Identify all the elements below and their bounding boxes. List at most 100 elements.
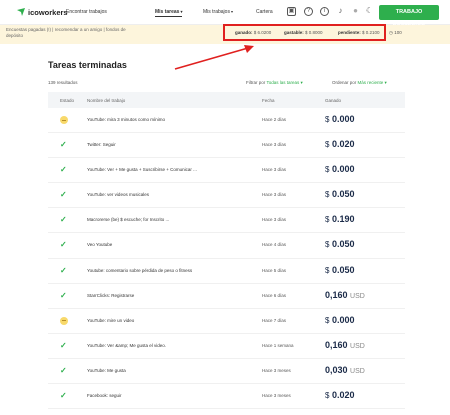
order-control[interactable]: Ordenar por Más reciente ▾ <box>332 80 387 86</box>
task-name[interactable]: Twitter: Seguir <box>87 142 227 147</box>
amount-value: 0.000 <box>331 114 355 124</box>
filter-value[interactable]: Todas las tareas <box>266 80 299 85</box>
task-name[interactable]: Veo Youtube <box>87 242 227 247</box>
tasks-table: Estado Nombre del trabajo Fecha Ganado Y… <box>48 92 405 410</box>
column-header-date: Fecha <box>262 98 275 103</box>
nav-my-jobs-label: Mis trabajos <box>203 9 230 15</box>
bell-icon[interactable]: ♪ <box>336 7 345 16</box>
task-name[interactable]: StarrClicks: Registrarse <box>87 293 227 298</box>
task-date: Hace 3 días <box>262 192 287 198</box>
table-row[interactable]: ✓ StarrClicks: Registrarse Hace 6 días 0,1… <box>48 284 405 309</box>
amount-value: 0,160 <box>325 289 348 300</box>
task-name[interactable]: YouTube: mire un video <box>87 318 227 323</box>
currency-label: USD <box>350 292 365 300</box>
table-row[interactable]: ✓ YouTube: Ver + Me gusta + Suscribirse +… <box>48 158 405 184</box>
nav-find-jobs[interactable]: Encontrar trabajos <box>66 9 107 15</box>
points-value: 100 <box>394 30 402 35</box>
table-row[interactable]: ✓ YouTube: Ver &amp; Me gusta el video. Ha… <box>48 334 405 359</box>
task-date: Hace 4 días <box>262 242 287 248</box>
avatar[interactable]: ● <box>351 7 360 16</box>
dollar-sign: $ <box>325 240 330 250</box>
post-job-button[interactable]: TRABAJO POSTERIOR <box>379 5 439 30</box>
task-date: Hace 3 días <box>262 142 287 148</box>
table-row[interactable]: ✓ Veo Youtube Hace 4 días $ 0.050 <box>48 233 405 259</box>
task-name[interactable]: YouTube: Me gusta <box>87 368 227 373</box>
task-date: Hace 5 días <box>262 267 287 273</box>
chevron-down-icon: ▾ <box>299 80 303 85</box>
order-value[interactable]: Más reciente <box>358 80 384 85</box>
column-header-earned: Ganado <box>325 98 342 103</box>
task-name[interactable]: YouTube: Ver &amp; Me gusta el video. <box>87 343 227 348</box>
task-date: Hace 2 días <box>262 117 287 122</box>
clock-icon: ◷ <box>389 30 393 35</box>
points-balance: ◷ 100 <box>389 30 402 36</box>
info-icon[interactable]: i <box>320 7 329 16</box>
checkmark-icon: ✓ <box>60 165 67 175</box>
task-earned: 0,160 USD <box>325 290 365 300</box>
dollar-sign: $ <box>325 165 330 175</box>
task-earned: $ 0.000 <box>325 315 355 325</box>
filter-label: Filtrar por <box>246 80 266 85</box>
table-row[interactable]: ✓ Macrorerse (be) $ escuche; for Inscrito… <box>48 208 405 234</box>
currency-label: USD <box>350 342 365 350</box>
moon-icon[interactable]: ☾ <box>365 7 374 16</box>
dollar-sign: $ <box>325 391 330 401</box>
task-name[interactable]: Facebook: seguir <box>87 393 227 398</box>
task-name[interactable]: YouTube: Ver + Me gusta + Suscribirse + … <box>87 167 227 172</box>
gift-icon[interactable]: ▣ <box>287 7 296 16</box>
dollar-sign: $ <box>325 215 330 225</box>
table-row[interactable]: ✓ Twitter: Seguir Hace 3 días $ 0.020 <box>48 133 405 159</box>
logo-icon <box>17 8 25 16</box>
table-row[interactable]: ✓ YouTube: Me gusta Hace 3 meses 0,030 USD <box>48 359 405 385</box>
amount-value: 0,160 <box>325 339 348 350</box>
table-row[interactable]: ✓ YouTube: ver videos musicales Hace 3 día… <box>48 183 405 209</box>
task-earned: $ 0.000 <box>325 164 355 174</box>
checkmark-icon: ✓ <box>60 391 67 401</box>
pending-label: pendiente: <box>338 30 361 35</box>
dollar-sign: $ <box>325 265 330 275</box>
logo-text: icoworkers <box>28 7 68 17</box>
column-header-name: Nombre del trabajo <box>87 98 126 103</box>
checkmark-icon: ✓ <box>60 240 67 250</box>
task-name[interactable]: Macrorerse (be) $ escuche; for Inscrito … <box>87 217 227 222</box>
table-row[interactable]: YouTube: mire un video Hace 7 días $ 0.000 <box>48 309 405 334</box>
table-row[interactable]: YouTube: mira 3 minutos como mínimo Hace … <box>48 108 405 134</box>
results-count: 139 resultados <box>48 80 78 85</box>
task-name[interactable]: Youtube: comentario sobre pérdida de pes… <box>87 268 227 273</box>
pending-status-icon <box>60 316 68 325</box>
amount-value: 0.000 <box>331 314 355 325</box>
amount-value: 0.050 <box>331 264 355 275</box>
table-row[interactable]: ✓ Facebook: seguir Hace 3 meses $ 0.020 <box>48 384 405 410</box>
checkmark-icon: ✓ <box>60 290 67 300</box>
help-icon[interactable]: ? <box>304 7 313 16</box>
earned-value: $ 6.0200 <box>253 30 272 35</box>
chevron-down-icon: ▾ <box>230 9 233 14</box>
dollar-sign: $ <box>325 140 330 150</box>
table-body: YouTube: mira 3 minutos como mínimo Hace … <box>48 108 405 410</box>
earned-balance: ganado: $ 6.0200 <box>235 30 271 35</box>
order-label: Ordenar por <box>332 80 357 85</box>
amount-value: 0.000 <box>331 164 355 175</box>
task-date: Hace 7 días <box>262 317 287 323</box>
task-date: Hace 3 meses <box>262 393 291 399</box>
table-row[interactable]: ✓ Youtube: comentario sobre pérdida de pe… <box>48 259 405 284</box>
checkmark-icon: ✓ <box>60 265 67 275</box>
amount-value: 0.050 <box>331 239 355 250</box>
task-name[interactable]: YouTube: ver videos musicales <box>87 192 227 197</box>
table-header: Estado Nombre del trabajo Fecha Ganado <box>48 92 405 108</box>
dollar-sign: $ <box>325 115 330 124</box>
nav-my-tasks[interactable]: Mis tareas▾ <box>155 9 183 17</box>
pending-balance: pendiente: $ 0.2100 <box>338 30 380 35</box>
nav-wallet[interactable]: Cartera <box>256 9 273 15</box>
task-name[interactable]: YouTube: mira 3 minutos como mínimo <box>87 117 227 122</box>
task-date: Hace 3 días <box>262 217 287 223</box>
pending-value: $ 0.2100 <box>362 30 380 35</box>
amount-value: 0.020 <box>331 139 355 150</box>
nav-my-jobs[interactable]: Mis trabajos▾ <box>203 9 233 15</box>
logo[interactable]: icoworkers <box>16 7 68 17</box>
currency-label: USD <box>350 367 365 375</box>
task-earned: $ 0.020 <box>325 139 355 149</box>
filter-control[interactable]: Filtrar por Todas las tareas ▾ <box>246 80 303 86</box>
task-earned: $ 0.050 <box>325 239 355 249</box>
task-earned: $ 0.190 <box>325 214 355 224</box>
